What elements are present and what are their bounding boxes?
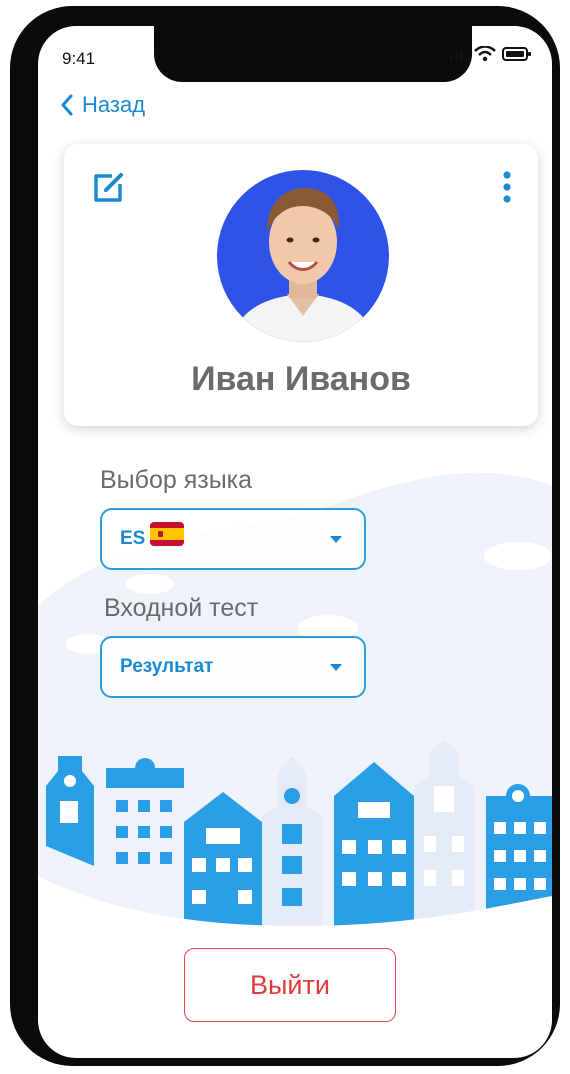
phone-frame: 9:41 Назад Иван Иванов Выбор языка ES Вх… bbox=[10, 6, 560, 1066]
wifi-icon bbox=[474, 46, 496, 62]
entry-test-label: Входной тест bbox=[104, 594, 259, 622]
language-label: Выбор языка bbox=[100, 466, 253, 494]
entry-test-value: Результат bbox=[120, 656, 214, 677]
language-select[interactable]: ES bbox=[100, 508, 366, 570]
chevron-left-icon bbox=[61, 94, 73, 116]
house-2 bbox=[106, 758, 184, 908]
status-time: 9:41 bbox=[62, 49, 96, 68]
entry-test-select[interactable]: Результат bbox=[100, 636, 366, 698]
cloud-small-3 bbox=[126, 574, 174, 594]
logout-button[interactable]: Выйти bbox=[184, 948, 396, 1022]
spain-flag-icon bbox=[150, 522, 184, 546]
house-5 bbox=[334, 762, 414, 926]
profile-card: Иван Иванов bbox=[64, 144, 538, 426]
more-vertical-icon[interactable] bbox=[502, 170, 512, 204]
back-button[interactable]: Назад bbox=[60, 92, 145, 118]
language-value: ES bbox=[120, 528, 146, 549]
battery-icon bbox=[502, 47, 531, 61]
phone-notch bbox=[154, 26, 472, 82]
edit-icon[interactable] bbox=[92, 170, 126, 204]
profile-name: Иван Иванов bbox=[191, 360, 411, 398]
avatar-image bbox=[217, 170, 389, 342]
avatar bbox=[217, 170, 389, 342]
back-label: Назад bbox=[82, 92, 146, 117]
cloud-small-1 bbox=[484, 542, 552, 570]
status-icons bbox=[450, 46, 532, 62]
signal-icon bbox=[450, 50, 463, 61]
chevron-down-icon bbox=[330, 664, 342, 671]
chevron-down-icon bbox=[330, 536, 342, 543]
phone-screen: 9:41 Назад Иван Иванов Выбор языка ES Вх… bbox=[38, 26, 552, 1058]
